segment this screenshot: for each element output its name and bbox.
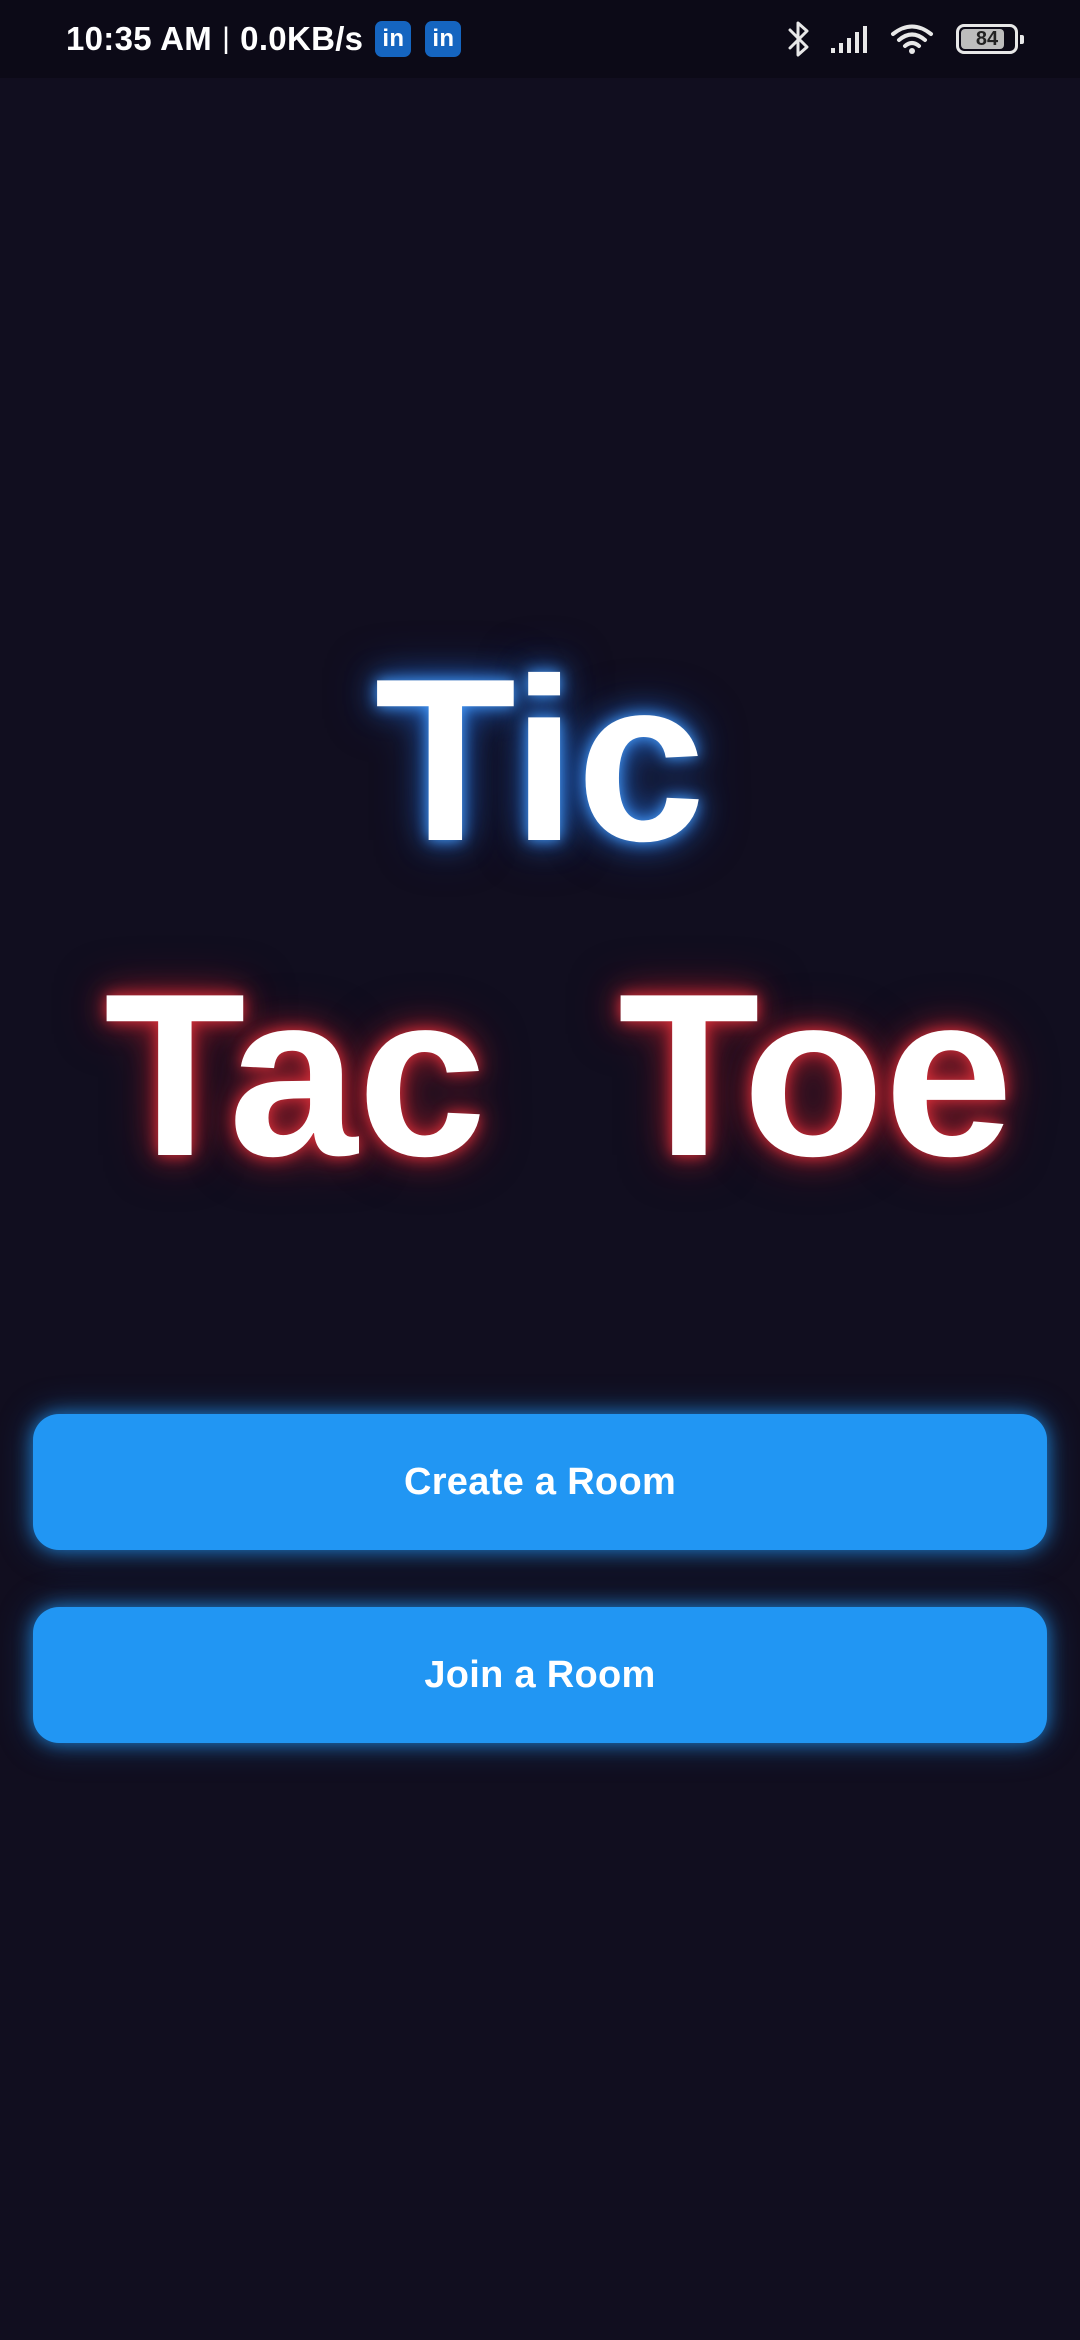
- status-time: 10:35 AM: [66, 20, 213, 57]
- title-tac: Tac: [104, 946, 487, 1205]
- battery-icon: 84: [956, 24, 1024, 54]
- linkedin-icon: in: [375, 21, 412, 57]
- status-bar: 10:35 AM | 0.0KB/s in in 84: [0, 0, 1080, 78]
- battery-level-text: 84: [975, 27, 999, 50]
- status-bar-left: 10:35 AM | 0.0KB/s in in: [66, 0, 462, 78]
- status-separator: |: [222, 22, 231, 55]
- signal-icon: [831, 26, 867, 53]
- create-room-button[interactable]: Create a Room: [33, 1414, 1047, 1550]
- linkedin-icon: in: [425, 21, 462, 57]
- wifi-icon: [891, 24, 933, 54]
- title-toe: Toe: [618, 946, 1014, 1205]
- title-tic: Tic: [374, 631, 706, 890]
- bluetooth-icon: [788, 21, 809, 57]
- join-room-button[interactable]: Join a Room: [33, 1607, 1047, 1743]
- network-speed: 0.0KB/s: [240, 20, 364, 57]
- status-bar-right: 84: [788, 0, 1024, 78]
